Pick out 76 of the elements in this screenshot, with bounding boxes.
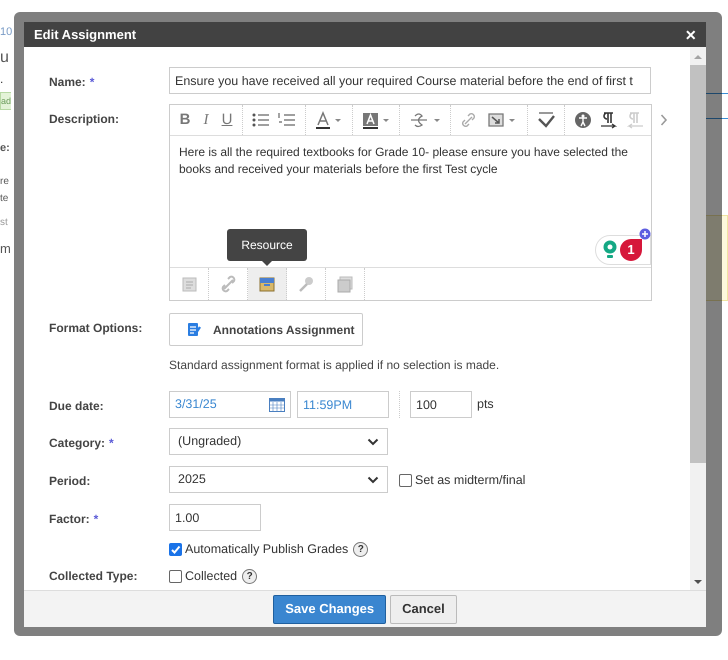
highlight-color-icon xyxy=(361,111,391,129)
field-label: Period: xyxy=(49,473,90,490)
required-marker: * xyxy=(109,435,114,452)
page-text-fragment: u xyxy=(0,48,9,68)
page-text-fragment: re xyxy=(0,175,9,189)
name-input[interactable]: Ensure you have received all your required Course material before the end of first t xyxy=(169,67,651,94)
help-button[interactable]: ? xyxy=(242,568,258,584)
page-text-fragment: m xyxy=(0,240,11,258)
file-box-icon xyxy=(258,275,276,293)
field-label: Factor: xyxy=(49,511,90,528)
checkbox-label: Collected xyxy=(185,568,238,585)
chain-link-icon xyxy=(219,275,237,293)
field-label: Description: xyxy=(49,111,120,128)
tooltip-pointer-icon xyxy=(262,261,272,266)
page-text-fragment: te xyxy=(0,192,8,206)
chevron-down-icon xyxy=(367,476,379,484)
field-label: Collected Type: xyxy=(49,568,138,585)
tooltip: Resource xyxy=(227,229,307,261)
scrollbar[interactable] xyxy=(690,47,706,590)
format-option-button[interactable]: Annotations Assignment xyxy=(169,313,363,346)
checkbox[interactable] xyxy=(399,474,412,487)
cancel-button[interactable]: Cancel xyxy=(390,594,457,624)
field-label: Name: xyxy=(49,74,86,91)
microphone-icon xyxy=(297,275,315,293)
date-field[interactable]: 3/31/25 xyxy=(169,391,291,418)
time-input[interactable]: 11:59PM xyxy=(297,391,389,418)
paragraph-direction-icon xyxy=(599,111,619,129)
page-text-fragment: ad xyxy=(0,92,12,110)
format-button[interactable]: U xyxy=(220,108,234,132)
checkbox-label: Set as midterm/final xyxy=(415,472,526,489)
plus-icon xyxy=(639,228,651,240)
page-text-fragment: 10 xyxy=(0,25,12,40)
scroll-up-arrow-icon xyxy=(693,53,703,61)
field-label: Format Options: xyxy=(49,320,142,337)
dropdown[interactable]: (Ungraded) xyxy=(169,428,388,455)
calendar-icon xyxy=(269,398,285,412)
description-text: Here is all the required textbooks for Grade 10- please ensure you have selected the books and received your materials before the first Test cycle xyxy=(179,144,629,178)
spellcheck-icon xyxy=(536,111,556,129)
bulleted-list-icon xyxy=(251,111,271,129)
checkbox[interactable] xyxy=(169,542,182,556)
page-text-fragment: st xyxy=(0,216,8,230)
annotation-document-icon xyxy=(187,322,201,337)
checkbox-label: Automatically Publish Grades xyxy=(185,541,348,558)
dropdown[interactable]: 2025 xyxy=(169,466,388,493)
gallery-icon xyxy=(336,275,354,293)
writing-assistant-widget[interactable]: 1 xyxy=(595,235,651,265)
dialog-title: Edit Assignment xyxy=(34,26,136,44)
accessibility-icon xyxy=(573,111,593,129)
factor-input[interactable]: 1.00 xyxy=(169,504,261,531)
checkbox[interactable] xyxy=(169,570,182,583)
page-text-fragment: . xyxy=(0,71,4,88)
format-button[interactable]: B xyxy=(178,108,192,132)
media-tool-button[interactable] xyxy=(248,268,287,300)
hint-text: Standard assignment format is applied if no selection is made. xyxy=(169,357,500,374)
paragraph-direction-icon xyxy=(625,111,645,129)
unit-label: pts xyxy=(477,396,494,414)
document-icon xyxy=(180,275,198,293)
points-input[interactable]: 100 xyxy=(410,391,472,418)
page-text-fragment: e: xyxy=(0,141,10,156)
lightbulb-icon xyxy=(602,240,618,260)
font-color-icon xyxy=(314,111,344,129)
subscript-superscript-icon xyxy=(408,111,442,129)
close-button[interactable]: × xyxy=(685,26,696,44)
field-label: Category: xyxy=(49,435,106,452)
checkmark-icon xyxy=(170,544,181,555)
chevron-down-icon xyxy=(367,438,379,446)
field-label: Due date: xyxy=(49,398,104,415)
chevron-right-icon xyxy=(660,114,668,126)
notification-badge: 1 xyxy=(620,239,642,261)
help-button[interactable]: ? xyxy=(353,542,368,557)
required-marker: * xyxy=(90,74,94,91)
scrollbar-thumb[interactable] xyxy=(690,65,706,463)
scroll-down-arrow-icon xyxy=(693,578,703,586)
required-marker: * xyxy=(94,511,98,528)
save-button[interactable]: Save Changes xyxy=(273,594,386,624)
format-button[interactable]: I xyxy=(199,108,213,132)
